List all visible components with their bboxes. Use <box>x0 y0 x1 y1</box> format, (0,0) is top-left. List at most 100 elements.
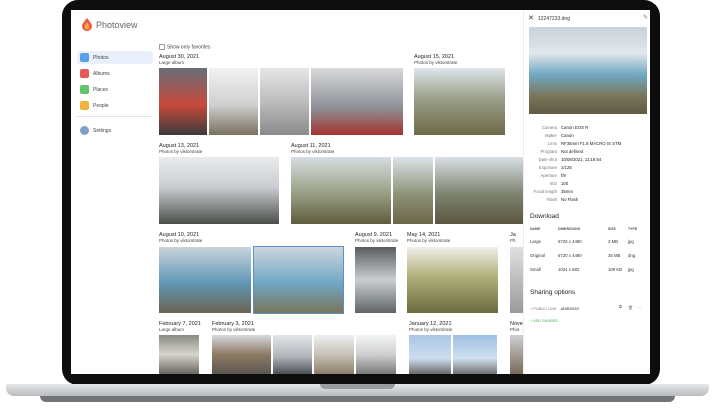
photo-thumbnail[interactable] <box>260 68 309 135</box>
timeline-group-header: August 30, 2021 Large album <box>159 54 199 66</box>
exif-key: Maker <box>545 133 557 138</box>
sidebar-item-photos[interactable]: Photos <box>77 51 153 64</box>
timeline-group-header: August 10, 2021 Photos by viktorstrate <box>159 232 202 244</box>
group-album[interactable]: Ph <box>510 238 523 244</box>
add-shares-label: ADD SHARES <box>533 319 558 323</box>
download-size: 35 MB <box>608 253 621 258</box>
photo-thumbnail-selected[interactable] <box>253 246 344 314</box>
exif-key: Exposure <box>538 165 557 170</box>
sidebar-item-people[interactable]: People <box>77 99 153 112</box>
sidebar-item-settings[interactable]: Settings <box>77 124 153 137</box>
share-token: zE0BX9JG <box>560 307 580 311</box>
photo-thumbnail[interactable] <box>159 68 207 135</box>
photo-thumbnail[interactable] <box>273 335 312 374</box>
photo-thumbnail[interactable] <box>510 247 523 313</box>
group-album[interactable]: Large album <box>159 327 201 333</box>
group-album[interactable]: Phot <box>510 327 523 333</box>
sidebar-item-places[interactable]: Places <box>77 83 153 96</box>
photo-thumbnail[interactable] <box>510 335 523 374</box>
photo-thumbnail[interactable] <box>435 157 523 224</box>
exif-value: 10/08/2021, 11:19:54 <box>561 157 602 162</box>
app-title: Photoview <box>96 20 138 30</box>
exif-value: f/8 <box>561 173 566 178</box>
photoview-logo-icon <box>82 18 92 31</box>
sidebar-item-albums[interactable]: Albums <box>77 67 153 80</box>
column-header-size: SIZE <box>608 227 616 231</box>
exif-value: Canon EOS R <box>561 125 589 130</box>
photo-thumbnail[interactable] <box>409 335 451 374</box>
download-dimensions: 6720 x 4480 <box>558 239 582 244</box>
more-icon[interactable]: ⋯ <box>637 305 641 310</box>
detail-filename: 12247233.dng <box>538 16 570 22</box>
exif-value: 1/125 <box>561 165 572 170</box>
favorites-filter[interactable]: Show only favorites <box>159 44 210 50</box>
timeline-group-header: Nove Phot <box>510 321 523 333</box>
people-icon <box>80 101 89 110</box>
group-album[interactable]: Photos by viktorstrate <box>409 327 452 333</box>
add-shares-button[interactable]: + ADD SHARES <box>530 319 558 323</box>
albums-icon <box>80 69 89 78</box>
public-link-label: PUBLIC LINK <box>533 307 557 311</box>
sharing-title: Sharing options <box>530 289 576 296</box>
timeline-group-header: August 9, 2021 Photos by viktorstrate <box>355 232 398 244</box>
group-album[interactable]: Photos by viktorstrate <box>355 238 398 244</box>
photo-thumbnail[interactable] <box>159 335 199 374</box>
download-type: jpg <box>628 239 634 244</box>
timeline-group-header: May 14, 2021 Photos by viktorstrate <box>407 232 450 244</box>
group-album[interactable]: Photos by viktorstrate <box>212 327 255 333</box>
download-size: 3 MB <box>608 239 619 244</box>
photo-thumbnail[interactable] <box>291 157 391 224</box>
timeline-group-header: January 12, 2021 Photos by viktorstrate <box>409 321 452 333</box>
timeline-group-header: Ja Ph <box>510 232 523 244</box>
exif-key: Date shot <box>538 157 557 162</box>
group-album[interactable]: Photos by viktorstrate <box>159 149 202 155</box>
app-window: Photoview Photos Albums Places People Se… <box>71 10 650 374</box>
download-name: Small <box>530 267 541 272</box>
timeline-group-header: August 13, 2021 Photos by viktorstrate <box>159 143 202 155</box>
photo-thumbnail[interactable] <box>414 68 505 135</box>
photo-thumbnail[interactable] <box>355 247 396 313</box>
copy-icon[interactable]: ⧉ <box>619 305 622 309</box>
favorites-checkbox[interactable] <box>159 44 165 50</box>
close-icon[interactable]: ✕ <box>528 14 534 22</box>
laptop-notch <box>320 384 395 389</box>
timeline-group-header: February 3, 2021 Photos by viktorstrate <box>212 321 255 333</box>
plus-icon: + <box>530 319 533 323</box>
sidebar-divider <box>77 116 153 117</box>
exif-key: Aperture <box>540 173 557 178</box>
exif-key: Camera <box>541 125 557 130</box>
sidebar-item-label: Photos <box>93 55 109 61</box>
photo-thumbnail[interactable] <box>209 68 258 135</box>
download-type: jpg <box>628 267 634 272</box>
settings-icon <box>80 126 89 135</box>
delete-icon[interactable]: 🗑 <box>628 305 633 310</box>
download-name: Large <box>530 239 541 244</box>
column-header-name: NAME <box>530 227 541 231</box>
group-album[interactable]: Photos by viktorstrate <box>414 60 457 66</box>
group-album[interactable]: Photos by viktorstrate <box>407 238 450 244</box>
edit-icon[interactable]: ✎ <box>643 14 648 21</box>
photo-thumbnail[interactable] <box>356 335 396 374</box>
photo-thumbnail[interactable] <box>393 157 433 224</box>
download-size: 109 KB <box>608 267 623 272</box>
exif-value: 35mm <box>561 189 573 194</box>
laptop-shadow <box>40 396 675 402</box>
exif-key: Lens <box>547 141 557 146</box>
public-link-row: ⌁ PUBLIC LINK zE0BX9JG ⧉ 🗑 ⋯ <box>530 305 647 311</box>
group-album[interactable]: Photos by viktorstrate <box>291 149 334 155</box>
photo-thumbnail[interactable] <box>407 247 498 313</box>
photo-thumbnail[interactable] <box>453 335 497 374</box>
photo-thumbnail[interactable] <box>159 157 279 224</box>
group-album[interactable]: Large album <box>159 60 199 66</box>
column-header-type: TYPE <box>628 227 638 231</box>
photo-thumbnail[interactable] <box>314 335 354 374</box>
download-name: Original <box>530 253 545 258</box>
detail-preview-image[interactable] <box>529 27 647 114</box>
photo-thumbnail[interactable] <box>311 68 403 135</box>
exif-key: Focal length <box>533 189 557 194</box>
sidebar-item-label: Places <box>93 87 109 93</box>
photo-thumbnail[interactable] <box>159 247 251 313</box>
photo-thumbnail[interactable] <box>212 335 271 374</box>
group-album[interactable]: Photos by viktorstrate <box>159 238 202 244</box>
exif-value: Canon <box>561 133 574 138</box>
